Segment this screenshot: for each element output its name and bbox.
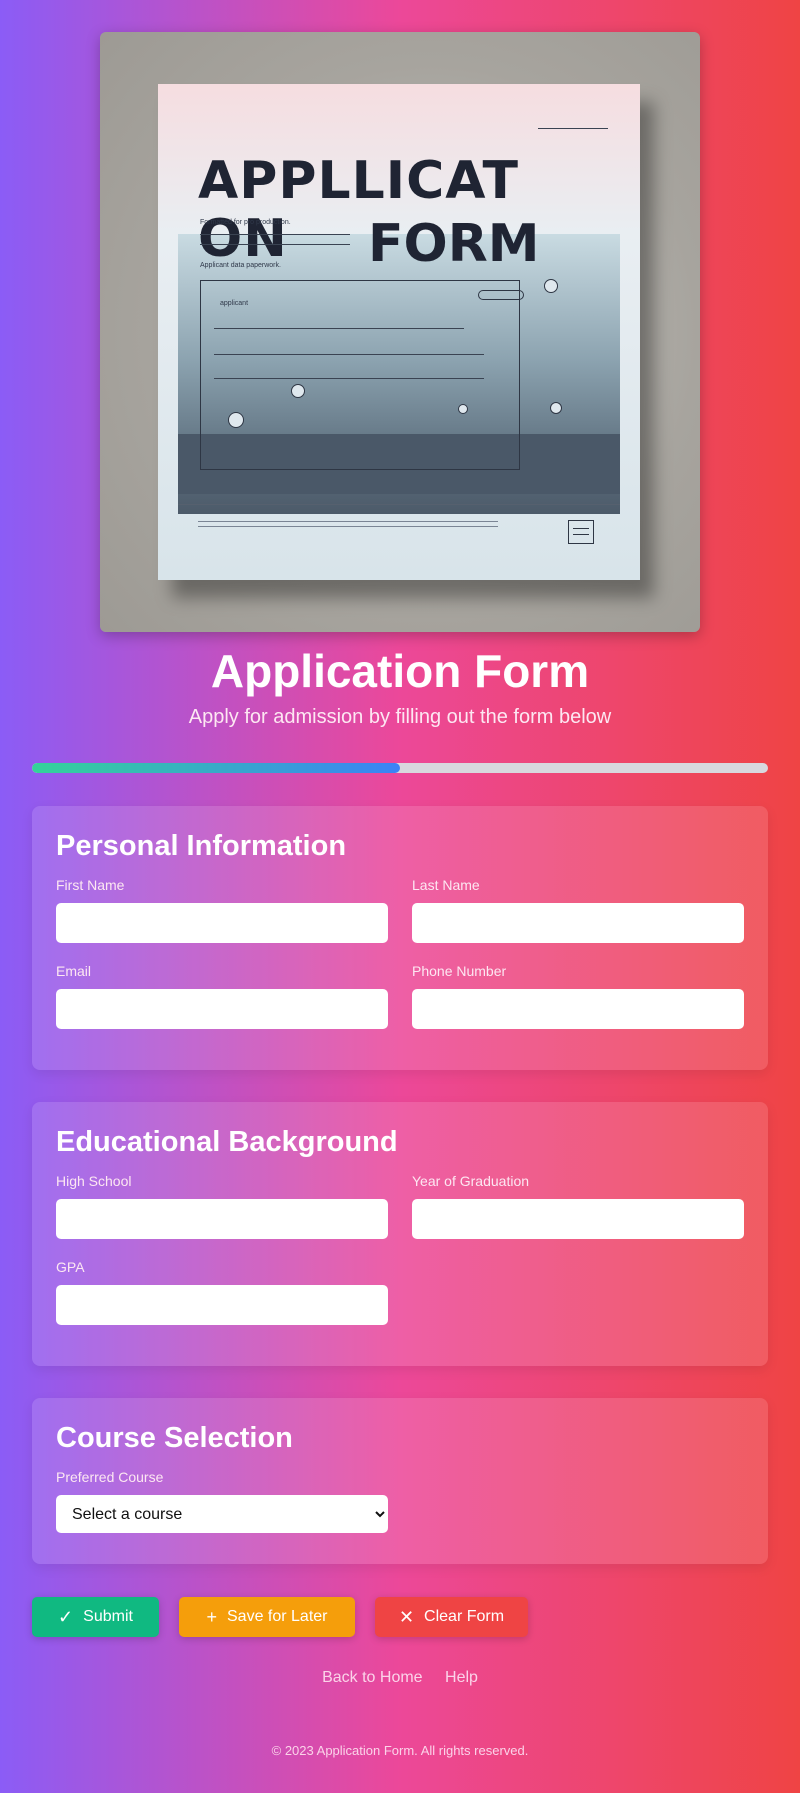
application-form-illustration: APPLLICAT ON FORM Formatted for pro prod…: [158, 84, 640, 580]
section-heading: Course Selection: [56, 1422, 293, 1454]
plus-icon: +: [206, 1607, 217, 1627]
graduation-year-field: Year of Graduation: [412, 1173, 744, 1239]
personal-information-section: Personal Information First Name Last Nam…: [32, 806, 768, 1070]
high-school-label: High School: [56, 1173, 132, 1189]
illustration-line: [178, 504, 620, 505]
first-name-label: First Name: [56, 877, 125, 893]
phone-label: Phone Number: [412, 963, 507, 979]
illustration-line: [200, 234, 350, 235]
first-name-input[interactable]: [56, 903, 388, 943]
email-input[interactable]: [56, 989, 388, 1029]
high-school-input[interactable]: [56, 1199, 388, 1239]
illustration-node: [228, 412, 244, 428]
progress-bar: [32, 763, 768, 773]
back-to-home-link[interactable]: Back to Home: [322, 1669, 422, 1686]
illustration-line: [538, 128, 608, 129]
illustration-node: [458, 404, 468, 414]
illustration-panel: [200, 280, 520, 470]
gpa-field: GPA: [56, 1259, 388, 1325]
high-school-field: High School: [56, 1173, 388, 1239]
form-actions: ✓ Submit + Save for Later ✕ Clear Form: [32, 1597, 528, 1637]
email-label: Email: [56, 963, 92, 979]
graduation-year-input[interactable]: [412, 1199, 744, 1239]
email-field: Email: [56, 963, 388, 1029]
x-icon: ✕: [398, 1607, 415, 1627]
graduation-year-label: Year of Graduation: [412, 1173, 530, 1189]
illustration-node: [291, 384, 305, 398]
phone-field: Phone Number: [412, 963, 744, 1029]
preferred-course-field: Preferred Course Select a course: [56, 1469, 744, 1533]
illustration-caption: Formatted for pro production.: [200, 219, 291, 226]
educational-background-section: Educational Background High School Year …: [32, 1102, 768, 1366]
help-link[interactable]: Help: [445, 1669, 478, 1686]
illustration-line: [198, 526, 498, 527]
illustration-line: [214, 378, 484, 379]
check-icon: ✓: [58, 1607, 74, 1627]
illustration-line: [198, 521, 498, 522]
save-for-later-button[interactable]: + Save for Later: [179, 1597, 355, 1637]
illustration-line: [200, 244, 350, 245]
submit-button[interactable]: ✓ Submit: [32, 1597, 159, 1637]
illustration-node: [550, 402, 562, 414]
page-subtitle: Apply for admission by filling out the f…: [188, 706, 612, 728]
illustration-line: [214, 354, 484, 355]
section-heading: Educational Background: [56, 1126, 398, 1158]
last-name-input[interactable]: [412, 903, 744, 943]
copyright-text: © 2023 Application Form. All rights rese…: [271, 1743, 529, 1758]
illustration-node: [544, 279, 558, 293]
footer-links: Back to Home Help: [0, 1669, 800, 1687]
hero-image: APPLLICAT ON FORM Formatted for pro prod…: [100, 32, 700, 632]
progress-fill: [32, 763, 400, 773]
last-name-field: Last Name: [412, 877, 744, 943]
illustration-pill: [478, 290, 524, 300]
illustration-subtitle: FORM: [368, 214, 540, 274]
preferred-course-select[interactable]: Select a course: [56, 1495, 388, 1533]
section-heading: Personal Information: [56, 830, 347, 862]
phone-input[interactable]: [412, 989, 744, 1029]
illustration-caption-2: Applicant data paperwork.: [200, 262, 281, 269]
last-name-label: Last Name: [412, 877, 480, 893]
gpa-label: GPA: [56, 1259, 85, 1275]
gpa-input[interactable]: [56, 1285, 388, 1325]
submit-label: Submit: [83, 1608, 133, 1625]
preferred-course-label: Preferred Course: [56, 1469, 164, 1485]
page-title: Application Form: [210, 645, 590, 697]
clear-label: Clear Form: [424, 1608, 505, 1625]
illustration-line: [214, 328, 464, 329]
clear-form-button[interactable]: ✕ Clear Form: [375, 1597, 528, 1637]
save-label: Save for Later: [227, 1608, 328, 1625]
course-selection-section: Course Selection Preferred Course Select…: [32, 1398, 768, 1564]
first-name-field: First Name: [56, 877, 388, 943]
document-icon: [568, 520, 594, 544]
